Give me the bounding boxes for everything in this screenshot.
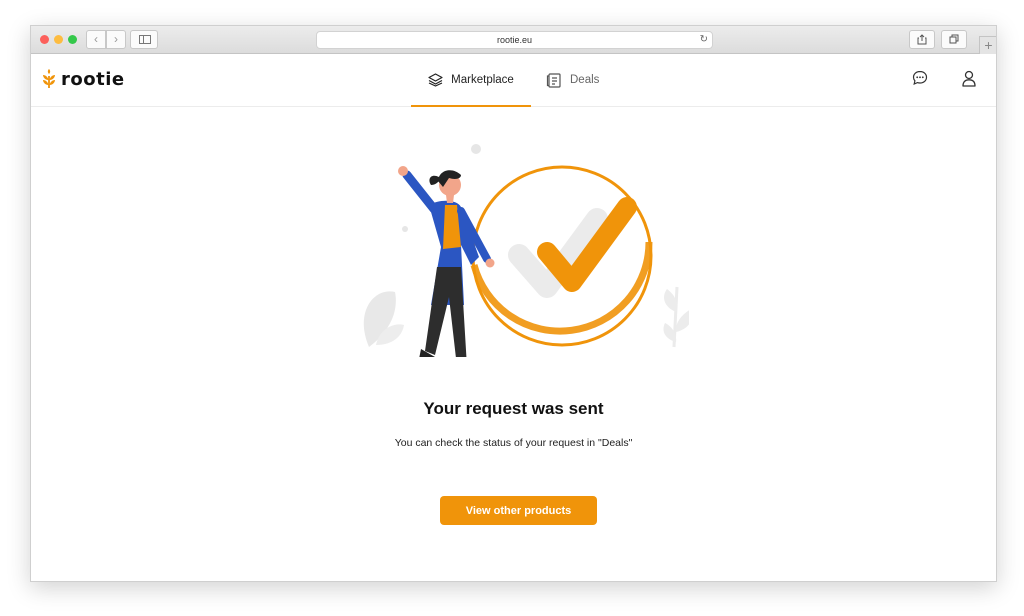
logo-text: rootie <box>61 68 125 90</box>
share-icon <box>917 34 927 45</box>
browser-toolbar: ‹ › rootie.eu ↻ + <box>31 26 996 54</box>
tab-deals-label: Deals <box>570 74 600 86</box>
tab-overview-button[interactable] <box>941 30 967 49</box>
new-tab-button[interactable]: + <box>979 36 996 54</box>
url-text: rootie.eu <box>496 35 533 45</box>
main-content: Your request was sent You can check the … <box>31 107 996 581</box>
forward-button[interactable]: › <box>106 30 126 49</box>
user-icon[interactable] <box>961 70 977 87</box>
document-list-icon <box>546 72 561 88</box>
leaf-right-decoration <box>663 286 689 348</box>
sidebar-icon <box>139 35 151 44</box>
sidebar-toggle-button[interactable] <box>130 30 158 49</box>
app-header: rootie Marketplace Deals <box>31 54 996 107</box>
tab-marketplace[interactable]: Marketplace <box>411 54 531 107</box>
rootie-logo[interactable]: rootie <box>41 66 125 92</box>
share-button[interactable] <box>909 30 935 49</box>
chat-bubble-icon[interactable] <box>912 70 928 86</box>
browser-window: ‹ › rootie.eu ↻ + rootie Marketplace Dea… <box>30 25 997 582</box>
tab-marketplace-label: Marketplace <box>451 74 514 86</box>
leaf-left-decoration <box>363 291 404 347</box>
view-other-products-button[interactable]: View other products <box>440 496 597 525</box>
page-title: Your request was sent <box>423 399 604 418</box>
tabs-icon <box>949 34 958 44</box>
back-button[interactable]: ‹ <box>86 30 106 49</box>
status-message: You can check the status of your request… <box>394 437 633 449</box>
reload-icon[interactable]: ↻ <box>700 32 708 48</box>
wheat-icon <box>43 69 55 88</box>
zoom-window-button[interactable] <box>68 35 77 44</box>
close-window-button[interactable] <box>40 35 49 44</box>
layers-icon <box>428 73 443 87</box>
woman-celebrating-checkmark-illustration <box>363 144 689 357</box>
tab-deals[interactable]: Deals <box>546 54 599 106</box>
address-bar[interactable]: rootie.eu ↻ <box>316 31 713 49</box>
minimize-window-button[interactable] <box>54 35 63 44</box>
